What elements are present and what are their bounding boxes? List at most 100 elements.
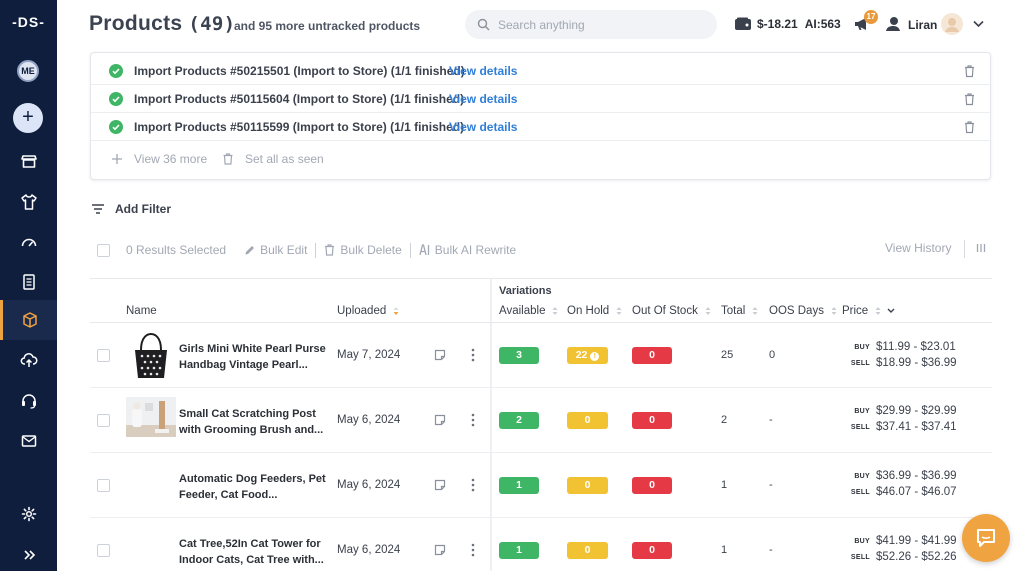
user-name[interactable]: Liran: [908, 18, 937, 32]
sell-price-range: $52.26 - $52.26: [876, 551, 957, 563]
buy-tag: BUY: [854, 472, 870, 480]
bulk-delete-button[interactable]: Bulk Delete: [324, 243, 402, 257]
sidebar-item-dashboard[interactable]: [0, 222, 57, 262]
trash-icon[interactable]: [963, 64, 976, 78]
column-header-on-hold[interactable]: On Hold: [567, 305, 622, 317]
sort-icon: [705, 307, 711, 315]
sidebar-item-products-catalog[interactable]: [0, 182, 57, 222]
notification-row: Import Products #50115599 (Import to Sto…: [91, 113, 990, 141]
view-more-button[interactable]: View 36 more: [111, 152, 207, 166]
chevron-down-icon[interactable]: [887, 308, 895, 314]
view-details-link[interactable]: View details: [449, 92, 517, 106]
sidebar-item-orders[interactable]: [0, 262, 57, 302]
out-of-stock-badge[interactable]: 0: [632, 347, 672, 364]
divider: [409, 242, 411, 258]
chat-support-button[interactable]: [962, 514, 1010, 562]
user-avatar[interactable]: [941, 13, 963, 35]
user-silhouette-icon[interactable]: [884, 15, 901, 32]
row-checkbox[interactable]: [97, 544, 110, 557]
add-filter-button[interactable]: Add Filter: [91, 202, 171, 216]
row-checkbox[interactable]: [97, 349, 110, 362]
sidebar-expand-button[interactable]: [0, 535, 57, 571]
product-name[interactable]: Automatic Dog Feeders, Pet Feeder, Cat F…: [179, 471, 329, 503]
row-checkbox[interactable]: [97, 414, 110, 427]
product-thumbnail-handbag[interactable]: [126, 332, 176, 380]
column-header-available[interactable]: Available: [499, 305, 558, 317]
sidebar-item-messages[interactable]: [0, 421, 57, 461]
table-row[interactable]: Cat Tree,52In Cat Tower for Indoor Cats,…: [90, 518, 992, 571]
column-header-total[interactable]: Total: [721, 305, 758, 317]
row-checkbox[interactable]: [97, 479, 110, 492]
column-header-name[interactable]: Name: [126, 305, 157, 317]
available-badge[interactable]: 1: [499, 542, 539, 559]
note-icon[interactable]: [434, 414, 446, 426]
table-row[interactable]: Automatic Dog Feeders, Pet Feeder, Cat F…: [90, 453, 992, 518]
column-header-oos-days[interactable]: OOS Days: [769, 305, 837, 317]
available-badge[interactable]: 1: [499, 477, 539, 494]
ai-rewrite-icon: [419, 244, 429, 256]
on-hold-count: 22: [575, 349, 588, 361]
orders-icon: [22, 274, 35, 290]
more-options-icon[interactable]: [471, 478, 475, 492]
trash-icon[interactable]: [963, 120, 976, 134]
sidebar-item-support[interactable]: [0, 381, 57, 421]
product-thumbnail-cat-post[interactable]: [126, 397, 176, 437]
select-all-checkbox[interactable]: [97, 243, 110, 257]
view-history-button[interactable]: View History: [885, 241, 951, 255]
warning-icon: !: [590, 352, 600, 361]
on-hold-badge[interactable]: 0: [567, 412, 608, 429]
oos-days: -: [769, 544, 773, 556]
column-header-price[interactable]: Price: [842, 305, 895, 317]
search-bar[interactable]: [465, 10, 717, 39]
available-badge[interactable]: 3: [499, 347, 539, 364]
buy-tag: BUY: [854, 407, 870, 415]
sidebar-item-products[interactable]: [0, 300, 57, 340]
uploaded-date: May 6, 2024: [337, 414, 401, 426]
untracked-products-note[interactable]: and 95 more untracked products: [234, 19, 420, 33]
column-header-out-of-stock[interactable]: Out Of Stock: [632, 305, 711, 317]
note-icon[interactable]: [434, 479, 446, 491]
notification-count-badge: 17: [864, 10, 878, 24]
product-name[interactable]: Cat Tree,52In Cat Tower for Indoor Cats,…: [179, 536, 329, 568]
bulk-edit-button[interactable]: Bulk Edit: [244, 243, 307, 257]
on-hold-badge[interactable]: 0: [567, 477, 608, 494]
more-options-icon[interactable]: [471, 543, 475, 557]
divider: [964, 240, 965, 258]
oos-days: -: [769, 479, 773, 491]
product-name[interactable]: Small Cat Scratching Post with Grooming …: [179, 406, 329, 438]
on-hold-badge[interactable]: 0: [567, 542, 608, 559]
sort-icon: [752, 307, 758, 315]
more-options-icon[interactable]: [471, 348, 475, 362]
wallet-balance[interactable]: $-18.21 AI:563: [734, 16, 841, 32]
table-row[interactable]: Small Cat Scratching Post with Grooming …: [90, 388, 992, 453]
out-of-stock-badge[interactable]: 0: [632, 477, 672, 494]
set-all-seen-button[interactable]: Set all as seen: [222, 152, 324, 166]
check-circle-icon: [109, 63, 123, 78]
add-button[interactable]: +: [13, 103, 43, 133]
out-of-stock-badge[interactable]: 0: [632, 542, 672, 559]
account-avatar[interactable]: ME: [17, 60, 39, 82]
total-count: 2: [721, 414, 728, 426]
out-of-stock-badge[interactable]: 0: [632, 412, 672, 429]
columns-icon[interactable]: [976, 243, 986, 253]
bulk-ai-rewrite-button[interactable]: Bulk AI Rewrite: [419, 243, 516, 257]
available-badge[interactable]: 2: [499, 412, 539, 429]
note-icon[interactable]: [434, 544, 446, 556]
table-row[interactable]: Girls Mini White Pearl Purse Handbag Vin…: [90, 323, 992, 388]
chevron-down-icon[interactable]: [973, 20, 984, 28]
search-input[interactable]: [498, 17, 698, 32]
view-details-link[interactable]: View details: [449, 64, 517, 78]
on-hold-badge[interactable]: 22 !: [567, 347, 608, 364]
expand-icon: [23, 550, 35, 560]
view-more-label: View 36 more: [134, 152, 208, 166]
trash-icon[interactable]: [963, 92, 976, 106]
more-options-icon[interactable]: [471, 413, 475, 427]
sidebar-item-store[interactable]: [0, 141, 57, 181]
column-header-uploaded[interactable]: Uploaded: [337, 305, 399, 317]
product-name[interactable]: Girls Mini White Pearl Purse Handbag Vin…: [179, 341, 329, 373]
view-details-link[interactable]: View details: [449, 120, 517, 134]
sidebar-item-settings[interactable]: [0, 494, 57, 534]
app-logo[interactable]: -DS-: [0, 14, 57, 30]
sidebar-item-import[interactable]: [0, 340, 57, 380]
note-icon[interactable]: [434, 349, 446, 361]
